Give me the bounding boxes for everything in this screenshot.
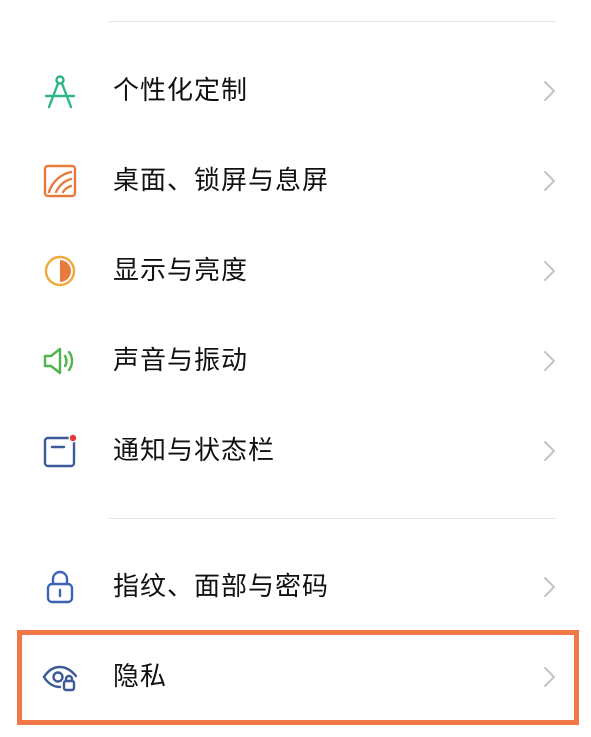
chevron-right-icon — [539, 439, 559, 463]
chevron-right-icon — [539, 79, 559, 103]
settings-item-notifications-statusbar[interactable]: 通知与状态栏 — [0, 406, 591, 496]
settings-item-label: 声音与振动 — [113, 346, 249, 376]
settings-item-label: 个性化定制 — [113, 76, 249, 106]
wallpaper-icon — [40, 161, 80, 201]
chevron-right-icon — [539, 665, 559, 689]
chevron-right-icon — [539, 575, 559, 599]
settings-item-privacy[interactable]: 隐私 — [0, 632, 591, 722]
compass-icon — [40, 71, 80, 111]
speaker-icon — [40, 341, 80, 381]
settings-item-fingerprint-face-password[interactable]: 指纹、面部与密码 — [0, 542, 591, 632]
section-divider — [109, 518, 556, 519]
top-divider — [109, 21, 556, 22]
notification-icon — [40, 431, 80, 471]
chevron-right-icon — [539, 349, 559, 373]
lock-icon — [40, 567, 80, 607]
settings-item-personalization[interactable]: 个性化定制 — [0, 46, 591, 136]
settings-item-sound-vibration[interactable]: 声音与振动 — [0, 316, 591, 406]
settings-item-label: 桌面、锁屏与息屏 — [113, 166, 330, 196]
settings-item-label: 隐私 — [113, 662, 168, 692]
chevron-right-icon — [539, 259, 559, 283]
privacy-eye-icon — [40, 657, 80, 697]
settings-item-label: 显示与亮度 — [113, 256, 249, 286]
brightness-icon — [40, 251, 80, 291]
chevron-right-icon — [539, 169, 559, 193]
settings-item-label: 指纹、面部与密码 — [113, 572, 330, 602]
settings-item-display-brightness[interactable]: 显示与亮度 — [0, 226, 591, 316]
settings-item-desktop-lockscreen[interactable]: 桌面、锁屏与息屏 — [0, 136, 591, 226]
settings-item-label: 通知与状态栏 — [113, 436, 276, 466]
